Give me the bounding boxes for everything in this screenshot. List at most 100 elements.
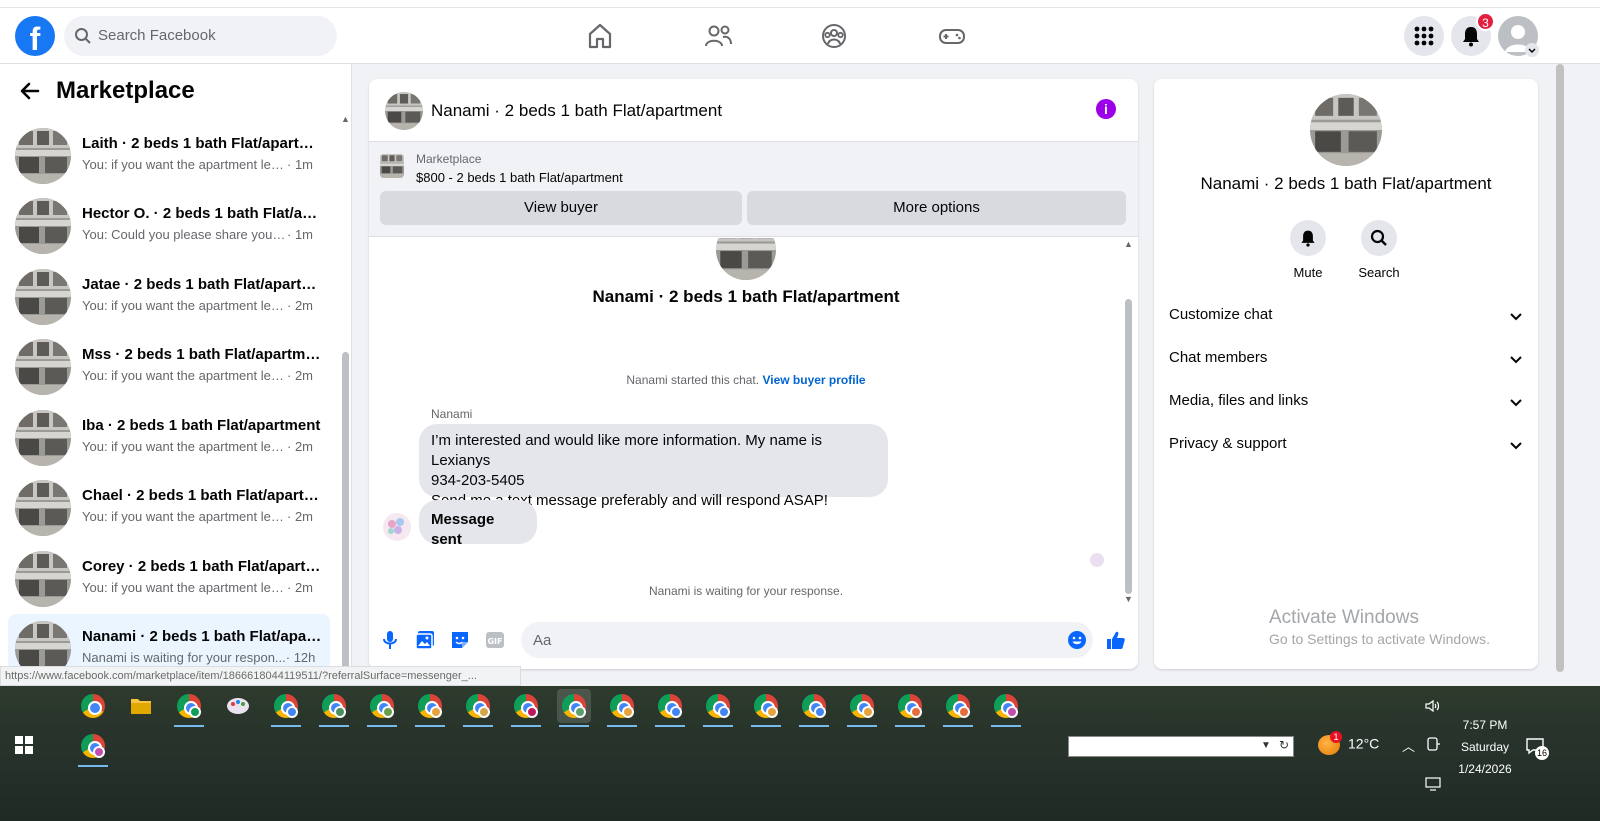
photo-attach-icon[interactable] [414,629,436,651]
chrome-taskbar-button[interactable] [413,689,447,727]
conversation-intro-name: Nanami · 2 beds 1 bath Flat/apartment [592,287,900,306]
message-input[interactable]: Aa [521,622,1093,658]
conversation-list-item[interactable]: Laith · 2 beds 1 bath Flat/apartment You:… [8,121,330,191]
back-arrow-icon[interactable] [18,79,42,103]
listing-thumbnail[interactable] [385,92,423,130]
conversation-details-panel: Nanami · 2 beds 1 bath Flat/apartment Mu… [1154,79,1538,669]
chrome-taskbar-button[interactable] [989,689,1023,727]
sidebar-title: Marketplace [56,77,195,104]
scroll-down-icon[interactable]: ▼ [1124,594,1133,604]
chrome-taskbar-button[interactable] [605,689,639,727]
profile-badge-icon [670,706,682,718]
profile-badge-icon [286,706,298,718]
taskbar-address-box[interactable]: ▼ ↻ [1068,736,1294,757]
chrome-taskbar-button[interactable] [317,689,351,727]
chrome-taskbar-button[interactable] [797,689,831,727]
media-files-links-section[interactable]: Media, files and links [1169,386,1524,416]
message-line: I’m interested and would like more infor… [431,432,822,469]
chrome-taskbar-button[interactable] [76,729,110,767]
chat-members-section[interactable]: Chat members [1169,343,1524,373]
profile-badge-icon [718,706,730,718]
sender-avatar[interactable] [383,513,411,541]
chrome-taskbar-button[interactable] [749,689,783,727]
home-icon[interactable] [584,20,616,52]
conversation-list-item[interactable]: Jatae · 2 beds 1 bath Flat/apartment You:… [8,262,330,332]
more-options-button[interactable]: More options [747,191,1126,225]
customize-chat-section[interactable]: Customize chat [1169,300,1524,330]
chevron-down-icon[interactable]: ▼ [1261,740,1271,751]
chrome-taskbar-button[interactable] [845,689,879,727]
action-center-button[interactable]: 16 [1525,736,1549,760]
chrome-taskbar-button[interactable] [893,689,927,727]
mute-button[interactable]: Mute [1278,220,1338,280]
chrome-taskbar-button[interactable] [653,689,687,727]
chrome-taskbar-button[interactable] [557,689,591,727]
menu-grid-button[interactable] [1404,16,1444,56]
scrollbar-thumb[interactable] [1556,64,1564,672]
gaming-icon[interactable] [936,20,968,52]
chrome-taskbar-button[interactable] [76,689,110,723]
view-buyer-profile-link[interactable]: View buyer profile [762,373,865,387]
conversation-list-item[interactable]: Iba · 2 beds 1 bath Flat/apartment You: i… [8,403,330,473]
notifications-button[interactable]: 3 [1451,12,1495,56]
marketplace-inbox-sidebar: Marketplace Laith · 2 beds 1 bath Flat/a… [0,64,352,686]
profile-badge-icon [334,706,346,718]
running-indicator [319,725,349,727]
search-facebook-input[interactable]: Search Facebook [64,16,337,56]
account-avatar-button[interactable] [1498,16,1539,57]
file-explorer-taskbar-button[interactable] [124,689,158,723]
groups-icon[interactable] [818,20,850,52]
friends-icon[interactable] [702,20,734,52]
conversation-title[interactable]: Nanami · 2 beds 1 bath Flat/apartment [431,101,722,121]
chrome-taskbar-button[interactable] [461,689,495,727]
chrome-taskbar-button[interactable] [941,689,975,727]
conversation-avatar [716,238,776,280]
chrome-taskbar-button[interactable] [365,689,399,727]
network-icon[interactable] [1425,736,1441,752]
refresh-icon[interactable]: ↻ [1279,738,1289,752]
running-indicator [799,725,829,727]
gif-icon[interactable]: GIF [484,629,506,651]
search-in-conversation-button[interactable]: Search [1349,220,1409,280]
facebook-logo-icon[interactable]: f [15,16,55,56]
scroll-up-icon[interactable]: ▲ [1124,239,1133,249]
conversation-list-item[interactable]: Mss · 2 beds 1 bath Flat/apartment You: i… [8,332,330,402]
conversation-list-item[interactable]: Chael · 2 beds 1 bath Flat/apartment You:… [8,473,330,543]
emoji-icon[interactable] [1067,630,1087,650]
conversation-list-item[interactable]: Corey · 2 beds 1 bath Flat/apartment You:… [8,544,330,614]
preview-time: · 2m [287,298,313,313]
page-scrollbar[interactable] [1552,64,1568,686]
sticker-icon[interactable] [449,629,471,651]
chat-scrollbar[interactable]: ▲ ▼ [1123,239,1135,606]
view-buyer-button[interactable]: View buyer [380,191,742,225]
paint-taskbar-button[interactable] [221,689,255,723]
section-label: Customize chat [1169,306,1273,323]
scrollbar-thumb[interactable] [342,352,349,672]
activate-windows-watermark: Activate Windows Go to Settings to activ… [1269,607,1490,647]
chevron-up-icon[interactable]: ︿ [1402,736,1415,755]
speaker-icon[interactable] [1424,698,1440,714]
conversation-list-item[interactable]: Hector O. · 2 beds 1 bath Flat/apartment… [8,191,330,261]
listing-price-title[interactable]: $800 - 2 beds 1 bath Flat/apartment [416,170,623,185]
running-indicator [367,725,397,727]
weather-widget[interactable]: 1 12°C [1318,731,1379,755]
privacy-support-section[interactable]: Privacy & support [1169,429,1524,459]
details-avatar [1310,94,1382,166]
message-bubble[interactable]: I’m interested and would like more infor… [419,424,888,509]
sidebar-scrollbar[interactable]: ▲ [340,114,350,679]
conversation-title: Laith · 2 beds 1 bath Flat/apartment [82,135,322,152]
info-icon[interactable]: i [1096,99,1116,119]
thumbs-up-icon[interactable] [1105,629,1127,651]
chrome-taskbar-button[interactable] [269,689,303,727]
conversation-panel: Nanami · 2 beds 1 bath Flat/apartment i … [369,79,1138,669]
chrome-taskbar-button[interactable] [172,689,206,727]
chrome-taskbar-button[interactable] [701,689,735,727]
microphone-icon[interactable] [379,629,401,651]
message-bubble-sent-notice[interactable]: Message sent [419,500,537,548]
taskbar-clock[interactable]: 7:57 PM Saturday 1/24/2026 [1440,714,1530,780]
scroll-up-icon[interactable]: ▲ [341,114,350,124]
scrollbar-thumb[interactable] [1125,299,1132,594]
running-indicator [655,725,685,727]
windows-start-icon[interactable] [15,736,33,754]
chrome-taskbar-button[interactable] [509,689,543,727]
